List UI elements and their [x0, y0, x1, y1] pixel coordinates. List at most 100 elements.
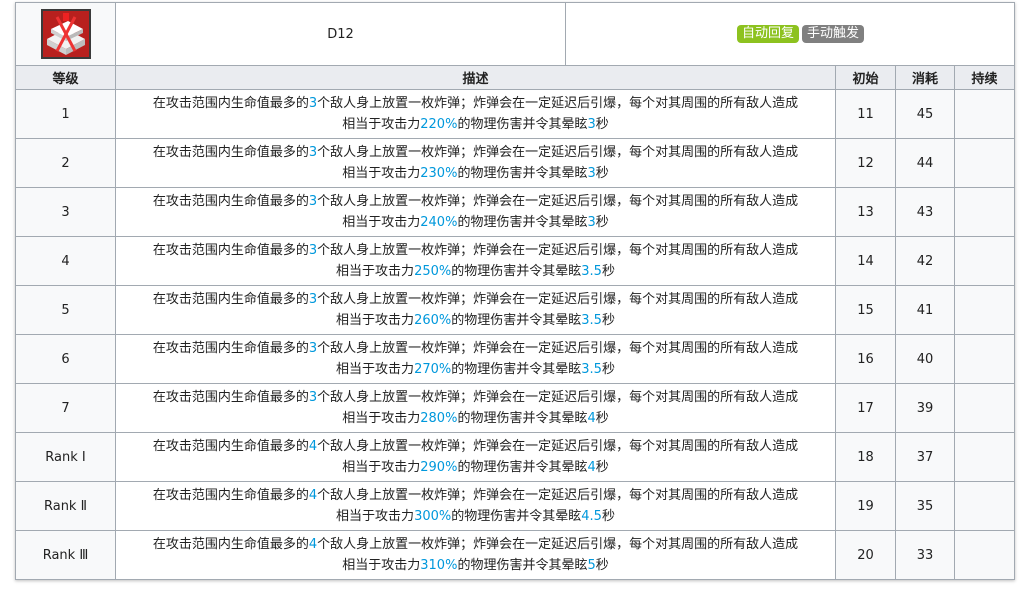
desc-text: 的物理伤害并令其晕眩	[451, 264, 582, 279]
table-row: 6 在攻击范围内生命值最多的3个敌人身上放置一枚炸弹；炸弹会在一定延迟后引爆，每个…	[15, 334, 1016, 384]
sp-cost-cell: 41	[895, 285, 955, 335]
desc-text: 在攻击范围内生命值最多的	[152, 439, 309, 454]
level-cell: Rank Ⅰ	[15, 432, 116, 482]
duration-cell	[953, 138, 1016, 188]
skill-header-row: D12 自动回复 手动触发	[15, 2, 1016, 66]
desc-text: 相当于攻击力	[336, 264, 415, 279]
stun-seconds: 3	[587, 166, 596, 181]
atk-percent: 300%	[414, 509, 452, 524]
desc-text: 相当于攻击力	[342, 411, 421, 426]
desc-text: 个敌人身上放置一枚炸弹；炸弹会在一定延迟后引爆，每个对其周围的所有敌人造成	[317, 145, 799, 160]
desc-text: 的物理伤害并令其晕眩	[457, 166, 588, 181]
desc-text: 的物理伤害并令其晕眩	[451, 362, 582, 377]
desc-text: 的物理伤害并令其晕眩	[457, 411, 588, 426]
table-row: 1 在攻击范围内生命值最多的3个敌人身上放置一枚炸弹；炸弹会在一定延迟后引爆，每个…	[15, 89, 1016, 139]
atk-percent: 230%	[420, 166, 458, 181]
desc-text: 的物理伤害并令其晕眩	[457, 215, 588, 230]
stun-seconds: 3.5	[581, 313, 602, 328]
initial-sp-cell: 14	[835, 236, 896, 286]
column-level: 等级	[15, 65, 116, 90]
desc-text: 在攻击范围内生命值最多的	[152, 194, 309, 209]
tag-manual-trigger: 手动触发	[802, 25, 865, 43]
table-row: 2 在攻击范围内生命值最多的3个敌人身上放置一枚炸弹；炸弹会在一定延迟后引爆，每个…	[15, 138, 1016, 188]
sp-cost-cell: 37	[895, 432, 955, 482]
desc-text: 个敌人身上放置一枚炸弹；炸弹会在一定延迟后引爆，每个对其周围的所有敌人造成	[317, 341, 799, 356]
desc-text: 相当于攻击力	[336, 509, 415, 524]
level-cell: 1	[15, 89, 116, 139]
target-count: 3	[308, 390, 318, 405]
desc-text: 在攻击范围内生命值最多的	[152, 96, 309, 111]
duration-cell	[953, 89, 1016, 139]
desc-text: 个敌人身上放置一枚炸弹；炸弹会在一定延迟后引爆，每个对其周围的所有敌人造成	[317, 537, 799, 552]
sp-cost-cell: 45	[895, 89, 955, 139]
desc-text: 秒	[595, 166, 609, 181]
description-cell: 在攻击范围内生命值最多的4个敌人身上放置一枚炸弹；炸弹会在一定延迟后引爆，每个对…	[115, 432, 836, 482]
desc-text: 相当于攻击力	[342, 166, 421, 181]
target-count: 4	[308, 537, 318, 552]
atk-percent: 280%	[420, 411, 458, 426]
description-cell: 在攻击范围内生命值最多的4个敌人身上放置一枚炸弹；炸弹会在一定延迟后引爆，每个对…	[115, 481, 836, 531]
table-row: Rank Ⅲ 在攻击范围内生命值最多的4个敌人身上放置一枚炸弹；炸弹会在一定延迟后…	[15, 530, 1016, 580]
atk-percent: 310%	[420, 558, 458, 573]
desc-text: 相当于攻击力	[342, 215, 421, 230]
desc-text: 的物理伤害并令其晕眩	[457, 460, 588, 475]
column-duration: 持续	[953, 65, 1016, 90]
column-header-row: 等级 描述 初始 消耗 持续	[15, 65, 1016, 90]
target-count: 4	[308, 439, 318, 454]
level-cell: 4	[15, 236, 116, 286]
initial-sp-cell: 17	[835, 383, 896, 433]
desc-text: 个敌人身上放置一枚炸弹；炸弹会在一定延迟后引爆，每个对其周围的所有敌人造成	[317, 292, 799, 307]
stun-seconds: 5	[587, 558, 596, 573]
desc-text: 相当于攻击力	[336, 313, 415, 328]
atk-percent: 260%	[414, 313, 452, 328]
bomb-crate-icon	[40, 9, 91, 59]
duration-cell	[953, 236, 1016, 286]
desc-text: 在攻击范围内生命值最多的	[152, 243, 309, 258]
duration-cell	[953, 383, 1016, 433]
skill-name: D12	[115, 2, 566, 66]
desc-text: 秒	[595, 558, 609, 573]
tag-auto-recovery: 自动回复	[737, 25, 800, 43]
initial-sp-cell: 19	[835, 481, 896, 531]
sp-cost-cell: 33	[895, 530, 955, 580]
desc-text: 个敌人身上放置一枚炸弹；炸弹会在一定延迟后引爆，每个对其周围的所有敌人造成	[317, 488, 799, 503]
sp-cost-cell: 42	[895, 236, 955, 286]
level-cell: 7	[15, 383, 116, 433]
stun-seconds: 4.5	[581, 509, 602, 524]
sp-cost-cell: 39	[895, 383, 955, 433]
initial-sp-cell: 11	[835, 89, 896, 139]
desc-text: 的物理伤害并令其晕眩	[457, 117, 588, 132]
desc-text: 秒	[601, 264, 615, 279]
sp-cost-cell: 43	[895, 187, 955, 237]
skill-table: D12 自动回复 手动触发 等级 描述 初始 消耗 持续 1 在攻击范围内生命值最多…	[15, 2, 1016, 580]
description-cell: 在攻击范围内生命值最多的3个敌人身上放置一枚炸弹；炸弹会在一定延迟后引爆，每个对…	[115, 138, 836, 188]
level-cell: 2	[15, 138, 116, 188]
sp-cost-cell: 44	[895, 138, 955, 188]
description-cell: 在攻击范围内生命值最多的3个敌人身上放置一枚炸弹；炸弹会在一定延迟后引爆，每个对…	[115, 285, 836, 335]
atk-percent: 220%	[420, 117, 458, 132]
level-cell: 3	[15, 187, 116, 237]
desc-text: 相当于攻击力	[342, 558, 421, 573]
desc-text: 的物理伤害并令其晕眩	[451, 313, 582, 328]
duration-cell	[953, 530, 1016, 580]
level-cell: Rank Ⅲ	[15, 530, 116, 580]
target-count: 3	[308, 341, 318, 356]
table-row: 4 在攻击范围内生命值最多的3个敌人身上放置一枚炸弹；炸弹会在一定延迟后引爆，每个…	[15, 236, 1016, 286]
target-count: 3	[308, 96, 318, 111]
stun-seconds: 4	[587, 411, 596, 426]
desc-text: 个敌人身上放置一枚炸弹；炸弹会在一定延迟后引爆，每个对其周围的所有敌人造成	[317, 194, 799, 209]
desc-text: 相当于攻击力	[342, 460, 421, 475]
target-count: 3	[308, 194, 318, 209]
level-cell: 5	[15, 285, 116, 335]
level-cell: Rank Ⅱ	[15, 481, 116, 531]
column-description: 描述	[115, 65, 836, 90]
description-cell: 在攻击范围内生命值最多的4个敌人身上放置一枚炸弹；炸弹会在一定延迟后引爆，每个对…	[115, 530, 836, 580]
initial-sp-cell: 16	[835, 334, 896, 384]
duration-cell	[953, 187, 1016, 237]
desc-text: 秒	[595, 411, 609, 426]
desc-text: 秒	[595, 117, 609, 132]
desc-text: 个敌人身上放置一枚炸弹；炸弹会在一定延迟后引爆，每个对其周围的所有敌人造成	[317, 243, 799, 258]
desc-text: 的物理伤害并令其晕眩	[451, 509, 582, 524]
desc-text: 个敌人身上放置一枚炸弹；炸弹会在一定延迟后引爆，每个对其周围的所有敌人造成	[317, 439, 799, 454]
duration-cell	[953, 285, 1016, 335]
